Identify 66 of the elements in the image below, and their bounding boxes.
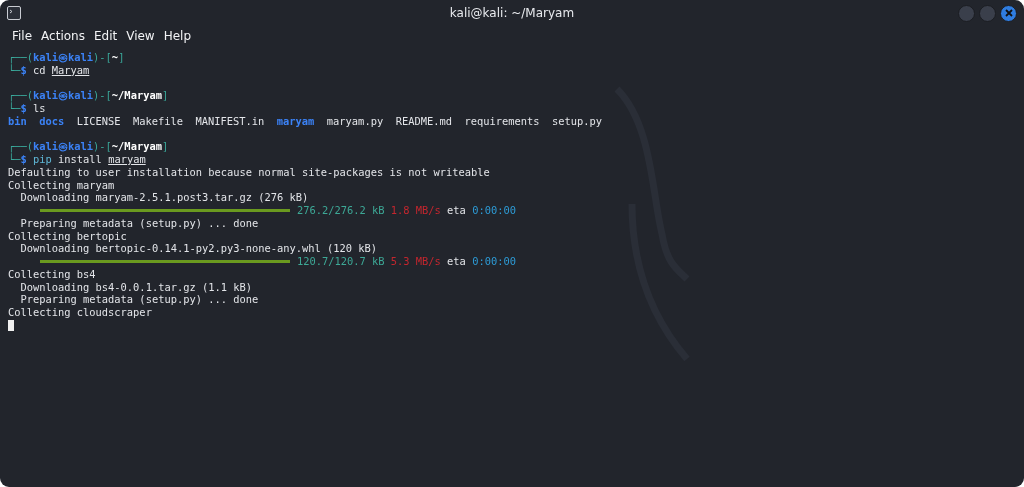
- terminal-text: Preparing metadata (setup.py) ... done: [19, 293, 259, 306]
- window-title: kali@kali: ~/Maryam: [448, 6, 576, 20]
- terminal-size-text: 276.2/276.2 kB: [297, 204, 385, 217]
- terminal-frame-text: └─: [8, 153, 21, 166]
- menu-item[interactable]: View: [126, 28, 155, 43]
- terminal-dollar-text: $: [20, 102, 28, 115]
- terminal-arg-text: Maryam: [51, 63, 90, 77]
- terminal-frame-text: ┌──(: [8, 140, 34, 153]
- terminal-text: Downloading bs4-0.0.1.tar.gz (1.1 kB): [19, 280, 252, 294]
- terminal-size-text: 120.7/120.7 kB: [297, 255, 385, 268]
- terminal-frame-text: └─: [8, 102, 21, 115]
- terminal-text: eta: [447, 204, 466, 217]
- terminal-text: cd: [33, 63, 47, 77]
- terminal-text: requirements: [464, 114, 540, 128]
- terminal-path-text: ~/Maryam: [111, 89, 162, 102]
- terminal-path-text: ~: [111, 51, 119, 64]
- terminal-dollar-text: $: [20, 63, 27, 77]
- terminal-text: MANIFEST.in: [195, 114, 265, 128]
- text-cursor: [8, 319, 14, 331]
- terminal-text: Collecting bertopic: [8, 229, 127, 243]
- terminal-text: Makefile: [133, 114, 184, 128]
- menu-item[interactable]: Actions: [41, 28, 85, 43]
- terminal-text: Preparing metadata (setup.py) ... done: [19, 216, 259, 230]
- terminal-eta-text: 0:00:00: [472, 204, 516, 217]
- minimize-button[interactable]: [958, 4, 975, 22]
- terminal-text: Defaulting to user installation because normal site-packages is not writeable: [8, 165, 490, 179]
- terminal-text: Downloading bertopic-0.14.1-py2.py3-none-any.whl (120 kB): [19, 242, 378, 255]
- terminal-path-text: ~/Maryam: [111, 140, 162, 153]
- terminal-user-text: kali㉿kali: [33, 140, 94, 153]
- terminal-frame-text: ┌──(: [8, 51, 34, 64]
- terminal-text: maryam.py: [326, 114, 384, 128]
- terminal-dollar-text: $: [20, 153, 28, 166]
- menu-item[interactable]: File: [12, 28, 33, 43]
- terminal-frame-text: ]: [161, 140, 169, 153]
- terminal-frame-text: └─: [8, 63, 21, 77]
- terminal-dir-text: docs: [39, 114, 65, 128]
- terminal-user-text: kali㉿kali: [33, 89, 94, 102]
- terminal-arg-text: maryam: [108, 153, 146, 166]
- terminal-speed-text: 5.3 MB/s: [390, 255, 441, 268]
- close-icon: [1003, 8, 1014, 18]
- terminal-text: LICENSE: [76, 114, 121, 128]
- terminal-text: ls: [33, 102, 46, 115]
- terminal-user-text: kali㉿kali: [33, 51, 94, 64]
- terminal-text: Collecting maryam: [8, 178, 115, 192]
- terminal-dir-text: maryam: [276, 114, 315, 128]
- terminal-text: setup.py: [551, 114, 602, 128]
- terminal-text: README.md: [395, 114, 452, 128]
- close-button[interactable]: [1000, 4, 1017, 22]
- terminal-frame-text: ]: [161, 89, 169, 102]
- terminal-frame-text: )-[: [93, 140, 112, 153]
- terminal-frame-text: )-[: [93, 89, 112, 102]
- terminal-icon: [7, 6, 21, 20]
- terminal-cmd-text: pip: [33, 153, 52, 166]
- terminal-frame-text: )-[: [93, 51, 112, 64]
- terminal-eta-text: 0:00:00: [472, 255, 516, 268]
- terminal-text: Collecting bs4: [8, 267, 96, 281]
- terminal-frame-text: ┌──(: [8, 89, 34, 102]
- terminal-frame-text: ]: [118, 51, 125, 64]
- terminal-text: Downloading maryam-2.5.1.post3.tar.gz (276 kB): [19, 191, 309, 204]
- menu-item[interactable]: Edit: [93, 28, 118, 43]
- terminal-text: Collecting cloudscraper: [8, 306, 152, 319]
- terminal-speed-text: 1.8 MB/s: [390, 204, 441, 217]
- terminal-text: eta: [447, 255, 466, 268]
- terminal-dir-text: bin: [8, 114, 27, 128]
- terminal-text: install: [57, 153, 103, 166]
- menu-item[interactable]: Help: [163, 28, 192, 43]
